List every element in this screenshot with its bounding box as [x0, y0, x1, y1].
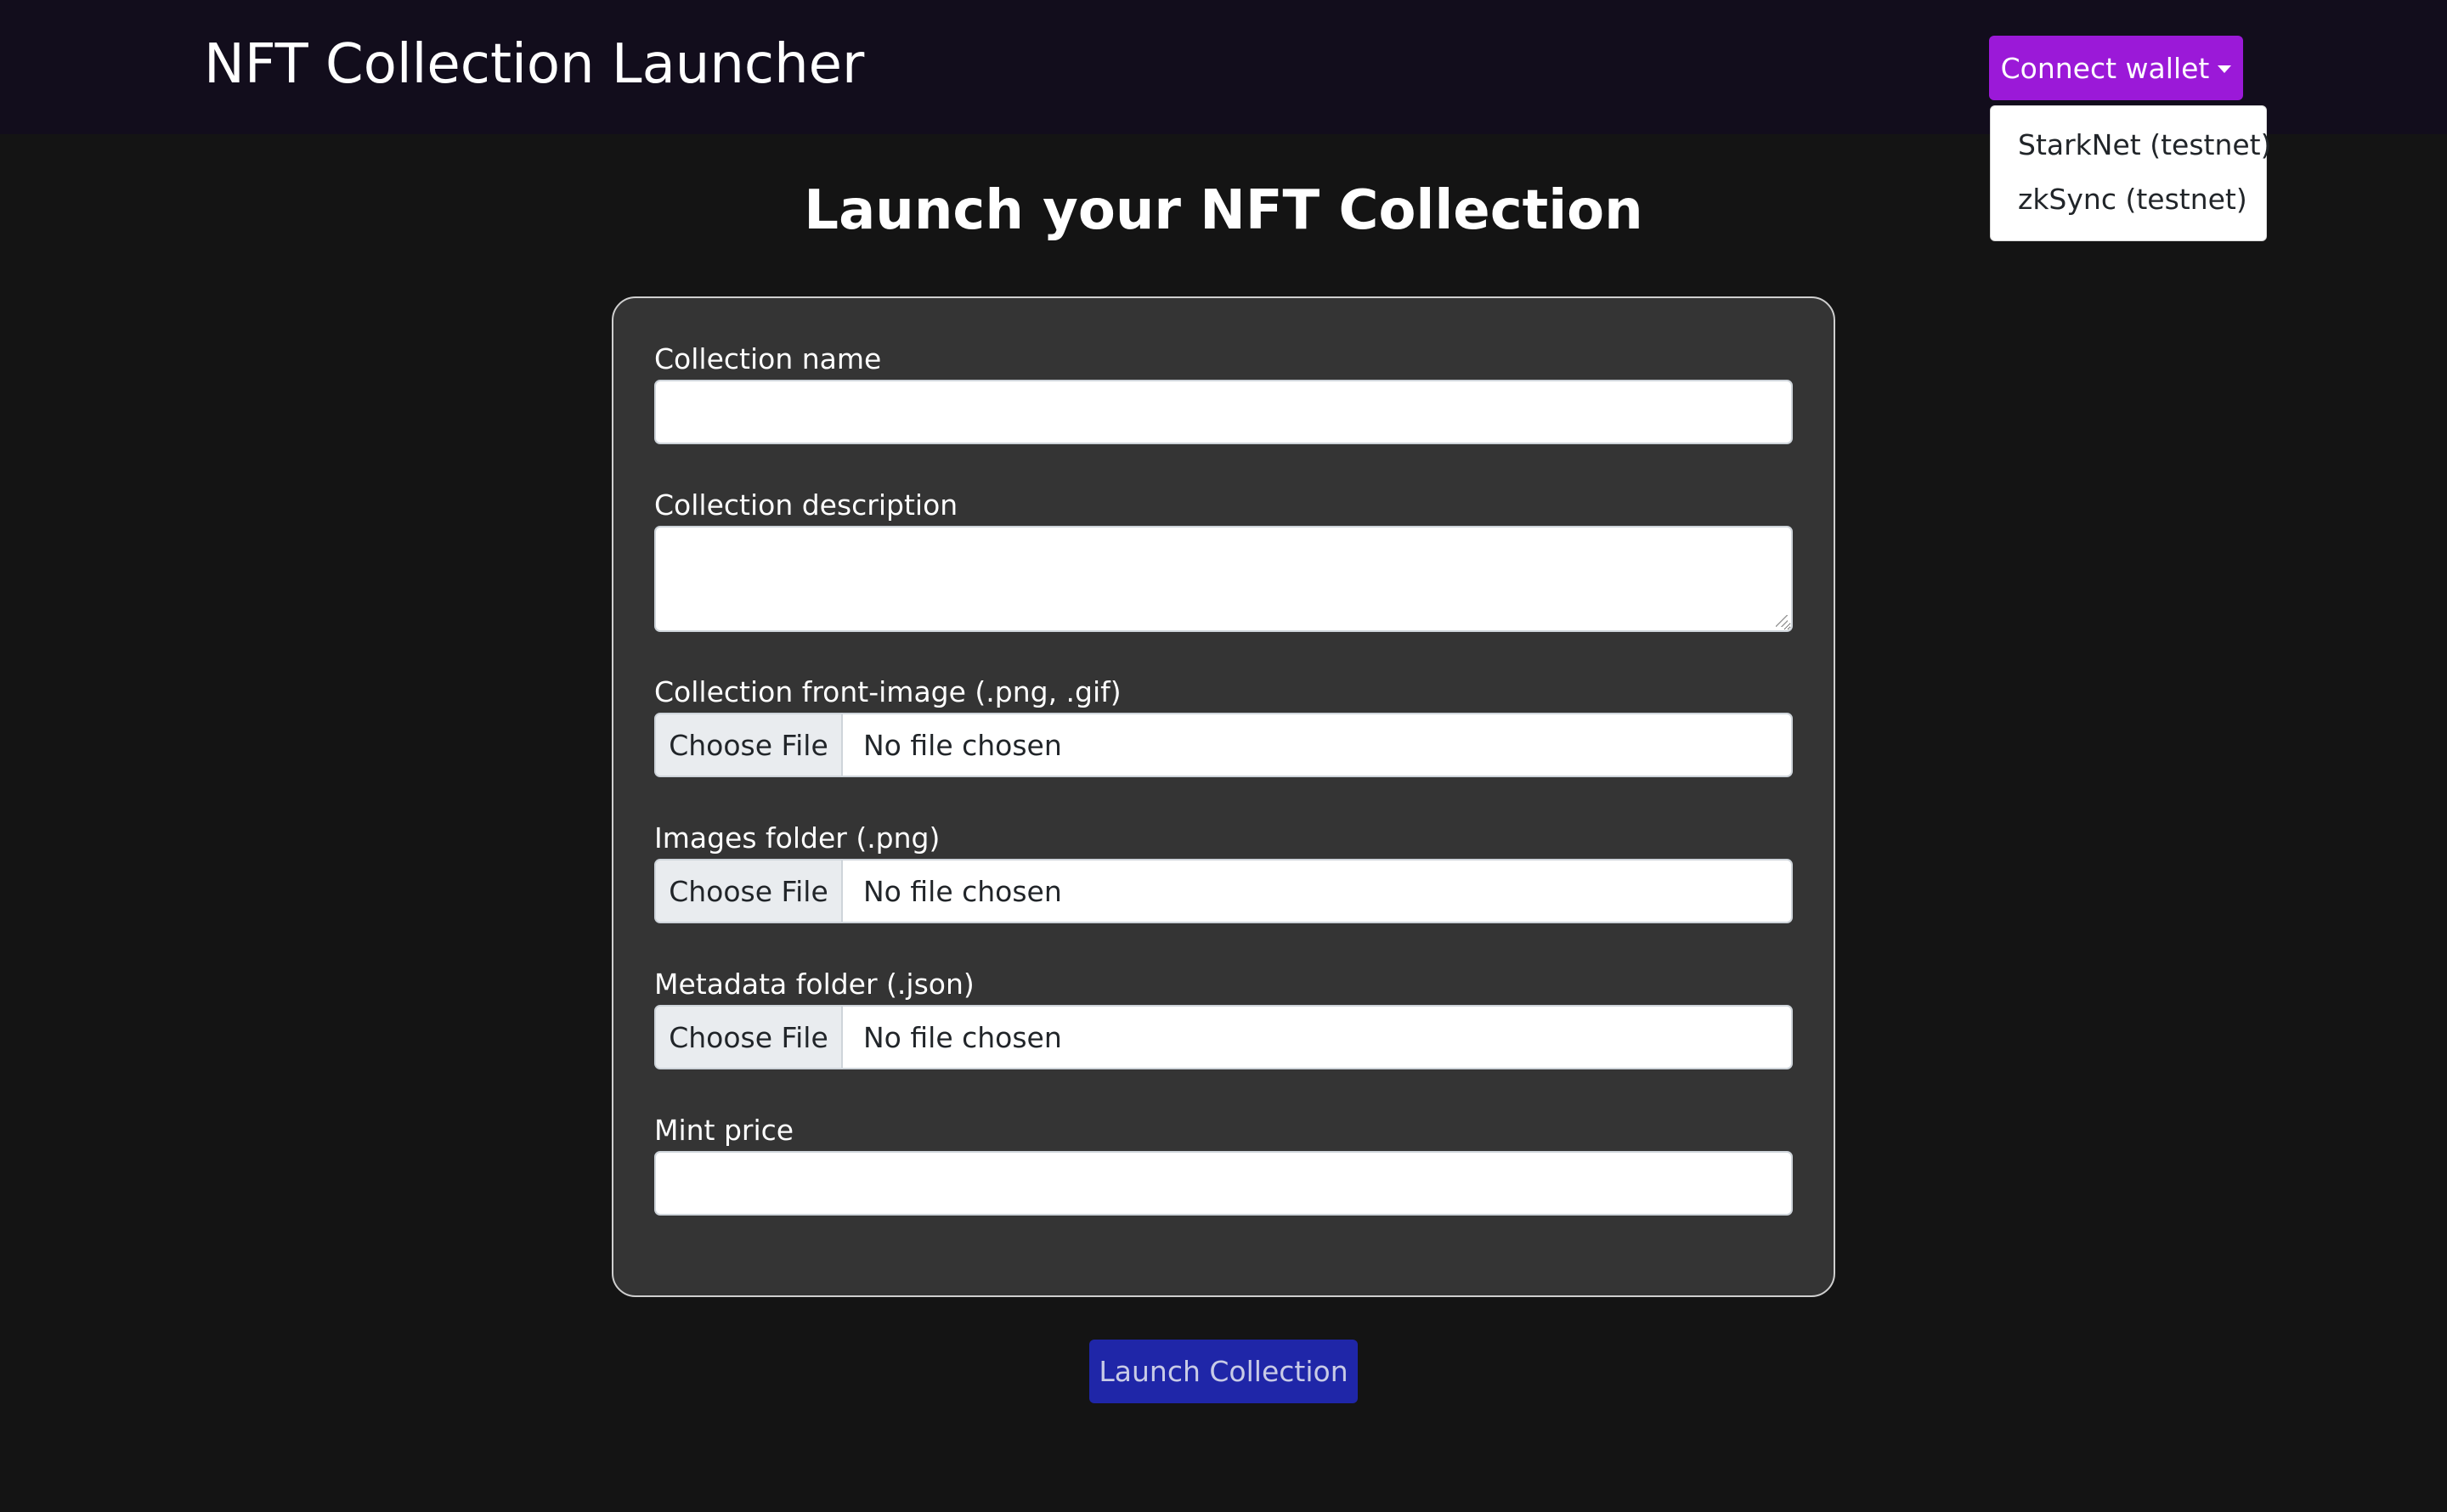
collection-description-label: Collection description: [654, 488, 958, 522]
resize-handle-icon[interactable]: [1776, 615, 1788, 627]
images-folder-file-status: No file chosen: [863, 874, 1062, 908]
mint-price-input[interactable]: [654, 1151, 1793, 1216]
front-image-label: Collection front-image (.png, .gif): [654, 675, 1122, 708]
front-image-file-status: No file chosen: [863, 728, 1062, 762]
page-title: Launch your NFT Collection: [804, 179, 1643, 242]
collection-description-textarea[interactable]: [654, 526, 1793, 632]
metadata-folder-choose-file-button[interactable]: Choose File: [656, 1007, 843, 1068]
front-image-file-input[interactable]: Choose File No file chosen: [654, 713, 1793, 777]
collection-name-input[interactable]: [654, 380, 1793, 444]
metadata-folder-label: Metadata folder (.json): [654, 968, 975, 1001]
mint-price-label: Mint price: [654, 1114, 794, 1147]
caret-down-icon: [2218, 65, 2232, 73]
connect-wallet-button[interactable]: Connect wallet: [1989, 36, 2243, 100]
wallet-option-starknet[interactable]: StarkNet (testnet): [2018, 127, 2271, 164]
metadata-folder-file-status: No file chosen: [863, 1020, 1062, 1054]
collection-name-label: Collection name: [654, 342, 882, 375]
images-folder-file-input[interactable]: Choose File No file chosen: [654, 859, 1793, 923]
metadata-folder-file-input[interactable]: Choose File No file chosen: [654, 1005, 1793, 1069]
launch-collection-button[interactable]: Launch Collection: [1089, 1340, 1358, 1403]
front-image-choose-file-button[interactable]: Choose File: [656, 714, 843, 776]
images-folder-label: Images folder (.png): [654, 821, 941, 855]
images-folder-choose-file-button[interactable]: Choose File: [656, 860, 843, 922]
collection-form-card: [612, 296, 1835, 1297]
brand-title[interactable]: NFT Collection Launcher: [204, 31, 864, 99]
connect-wallet-label: Connect wallet: [2000, 51, 2210, 85]
